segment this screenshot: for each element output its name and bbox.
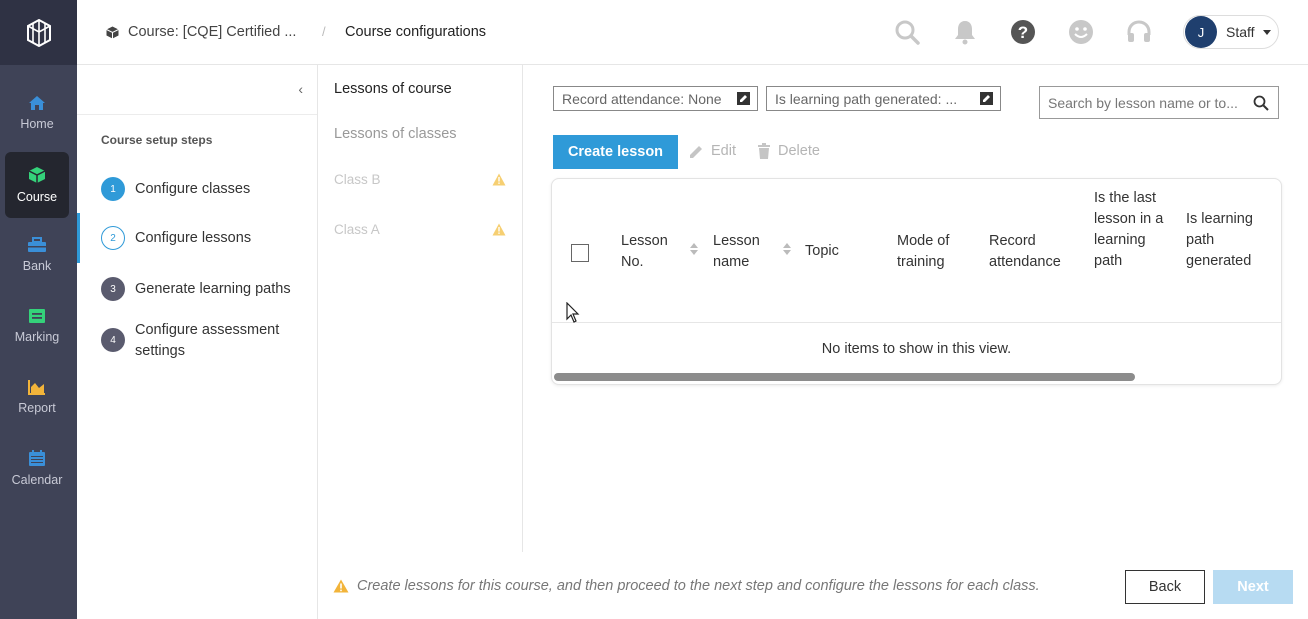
step-label: Configure classes: [135, 181, 251, 197]
chevron-down-icon: [1262, 29, 1271, 35]
next-button[interactable]: Next: [1213, 570, 1293, 604]
rail-item-home[interactable]: Home: [5, 80, 69, 146]
nav-lessons-of-classes[interactable]: Lessons of classes: [334, 126, 457, 142]
pencil-icon: [689, 144, 704, 159]
setup-steps-panel: ‹ Course setup steps 1 Configure classes…: [77, 65, 318, 619]
logo-icon: [26, 18, 51, 47]
calendar-icon: [28, 449, 46, 467]
marking-icon: [28, 308, 46, 324]
divider: [77, 114, 317, 115]
edit-icon: [980, 92, 993, 105]
sort-icon[interactable]: [690, 243, 698, 255]
bank-icon: [27, 237, 47, 253]
step-number: 1: [101, 177, 125, 201]
edit-label: Edit: [711, 143, 736, 159]
filter-label: Record attendance: None: [562, 90, 722, 107]
rail-item-report[interactable]: Report: [5, 364, 69, 430]
breadcrumb-separator: /: [322, 24, 326, 39]
cube-icon: [106, 26, 119, 39]
smiley-icon[interactable]: [1068, 19, 1094, 45]
rail-item-label: Report: [18, 401, 56, 415]
step-label: Configure assessment settings: [135, 322, 280, 359]
step-label: Generate learning paths: [135, 281, 291, 297]
warning-icon: [333, 579, 349, 593]
select-all-checkbox[interactable]: [571, 244, 589, 262]
rail-item-course[interactable]: Course: [5, 152, 69, 218]
create-lesson-button[interactable]: Create lesson: [553, 135, 678, 169]
trash-icon: [757, 143, 771, 159]
search-input[interactable]: Search by lesson name or to...: [1039, 86, 1279, 119]
column-header-record-attendance[interactable]: Record attendance: [989, 231, 1069, 273]
footer-hint: Create lessons for this course, and then…: [333, 578, 1040, 594]
record-attendance-filter[interactable]: Record attendance: None: [553, 86, 758, 111]
breadcrumb-current: Course configurations: [345, 24, 487, 40]
nav-class-b[interactable]: Class B: [334, 172, 381, 187]
edit-icon: [737, 92, 750, 105]
column-header-topic[interactable]: Topic: [805, 241, 865, 262]
search-icon[interactable]: [1253, 95, 1269, 111]
filter-label: Is learning path generated: ...: [775, 90, 958, 107]
headset-icon[interactable]: [1126, 19, 1152, 45]
divider: [552, 322, 1281, 323]
nav-lessons-of-course[interactable]: Lessons of course: [334, 81, 452, 97]
sort-icon[interactable]: [783, 243, 791, 255]
lessons-table: Lesson No. Lesson name Topic Mode of tra…: [551, 178, 1282, 385]
report-icon: [28, 379, 46, 395]
column-header-lesson-name[interactable]: Lesson name: [713, 231, 768, 273]
svg-text:?: ?: [1018, 23, 1028, 42]
bell-icon[interactable]: [954, 19, 976, 45]
step-generate-learning-paths[interactable]: 3 Generate learning paths: [77, 277, 317, 301]
rail-item-bank[interactable]: Bank: [5, 222, 69, 288]
mouse-cursor-icon: [566, 302, 580, 324]
home-icon: [28, 95, 46, 111]
rail-item-marking[interactable]: Marking: [5, 293, 69, 359]
warning-icon: [492, 223, 506, 236]
column-header-mode-of-training[interactable]: Mode of training: [897, 231, 967, 273]
delete-label: Delete: [778, 143, 820, 159]
edit-button[interactable]: Edit: [689, 143, 736, 159]
column-header-lesson-no[interactable]: Lesson No.: [621, 231, 676, 273]
breadcrumb-course-label: Course: [CQE] Certified ...: [128, 24, 297, 40]
search-icon[interactable]: [894, 19, 920, 45]
step-label: Configure lessons: [135, 230, 252, 246]
top-header: Course: [CQE] Certified ... / Course con…: [77, 0, 1308, 65]
course-cube-icon: [28, 166, 46, 184]
user-role-label: Staff: [1226, 24, 1255, 40]
rail-item-label: Calendar: [11, 473, 63, 487]
avatar: J: [1185, 16, 1217, 48]
lessons-nav: Lessons of course Lessons of classes Cla…: [318, 65, 523, 552]
rail-item-label: Marking: [14, 330, 60, 344]
rail-item-label: Course: [16, 190, 58, 204]
step-number: 4: [101, 328, 125, 352]
rail-item-calendar[interactable]: Calendar: [5, 435, 69, 501]
steps-title: Course setup steps: [101, 133, 213, 147]
empty-state-text: No items to show in this view.: [821, 341, 1012, 357]
back-button[interactable]: Back: [1125, 570, 1205, 604]
app-logo[interactable]: [0, 0, 77, 65]
nav-class-a[interactable]: Class A: [334, 222, 380, 237]
help-icon[interactable]: ?: [1010, 19, 1036, 45]
step-number: 2: [101, 226, 125, 250]
rail-item-label: Bank: [22, 259, 52, 273]
column-header-learning-path-generated[interactable]: Is learning path generated: [1186, 209, 1266, 272]
breadcrumb-course[interactable]: Course: [CQE] Certified ...: [106, 24, 296, 40]
step-configure-lessons[interactable]: 2 Configure lessons: [77, 213, 317, 263]
footer-hint-text: Create lessons for this course, and then…: [357, 578, 1040, 594]
horizontal-scrollbar[interactable]: [554, 373, 1135, 381]
warning-icon: [492, 173, 506, 186]
user-menu-button[interactable]: J Staff: [1183, 15, 1279, 49]
collapse-chevron-icon[interactable]: ‹: [298, 81, 303, 97]
app-rail: Home Course Bank Marking Report Calendar: [0, 0, 77, 619]
column-header-last-lesson[interactable]: Is the last lesson in a learning path: [1094, 188, 1164, 272]
step-number: 3: [101, 277, 125, 301]
rail-item-label: Home: [20, 117, 54, 131]
step-configure-classes[interactable]: 1 Configure classes: [77, 177, 317, 201]
search-placeholder: Search by lesson name or to...: [1048, 94, 1238, 111]
delete-button[interactable]: Delete: [757, 143, 820, 159]
learning-path-filter[interactable]: Is learning path generated: ...: [766, 86, 1001, 111]
step-configure-assessment-settings[interactable]: 4 Configure assessment settings: [77, 318, 317, 362]
